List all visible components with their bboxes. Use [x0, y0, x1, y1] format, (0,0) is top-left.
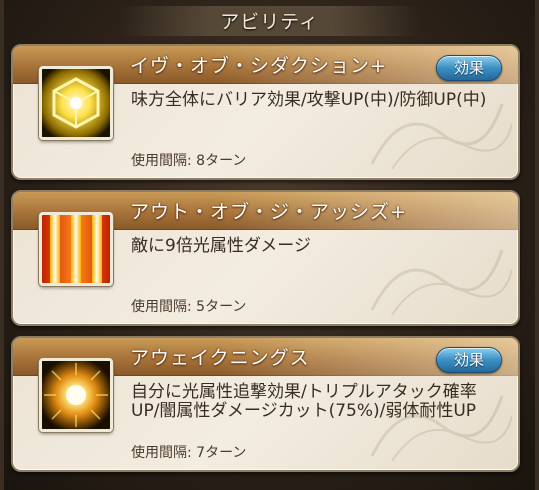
ability-cooldown: 使用間隔: 8ターン [131, 153, 247, 169]
ability-cooldown: 使用間隔: 7ターン [131, 445, 247, 461]
ability-name: アウト・オブ・ジ・アッシズ+ [130, 201, 407, 223]
ability-card[interactable]: イヴ・オブ・シダクション+ 効果 味方全体にバリア効果/攻撃UP(中)/防御UP… [11, 44, 520, 180]
ability-description: 敵に9倍光属性ダメージ [131, 236, 311, 256]
golden-cube-icon [39, 66, 113, 140]
effect-button[interactable]: 効果 [436, 55, 502, 81]
ability-description: 自分に光属性追撃効果/トリプルアタック確率UP/闇属性ダメージカット(75%)/… [131, 382, 477, 421]
header: アビリティ [0, 0, 539, 40]
ability-card[interactable]: アウト・オブ・ジ・アッシズ+ 敵に9倍光属性ダメージ 使用間隔: 5ターン [11, 190, 520, 326]
radiant-orb-icon [39, 358, 113, 432]
ability-name: アウェイクニングス [130, 347, 310, 369]
ability-description: 味方全体にバリア効果/攻撃UP(中)/防御UP(中) [131, 90, 487, 110]
ability-cooldown: 使用間隔: 5ターン [131, 299, 247, 315]
ability-name: イヴ・オブ・シダクション+ [130, 55, 387, 77]
effect-button[interactable]: 効果 [436, 347, 502, 373]
page-title: アビリティ [220, 10, 319, 33]
light-pillars-icon [39, 212, 113, 286]
ability-card[interactable]: アウェイクニングス 効果 自分に光属性追撃効果/トリプルアタック確率UP/闇属性… [11, 336, 520, 472]
